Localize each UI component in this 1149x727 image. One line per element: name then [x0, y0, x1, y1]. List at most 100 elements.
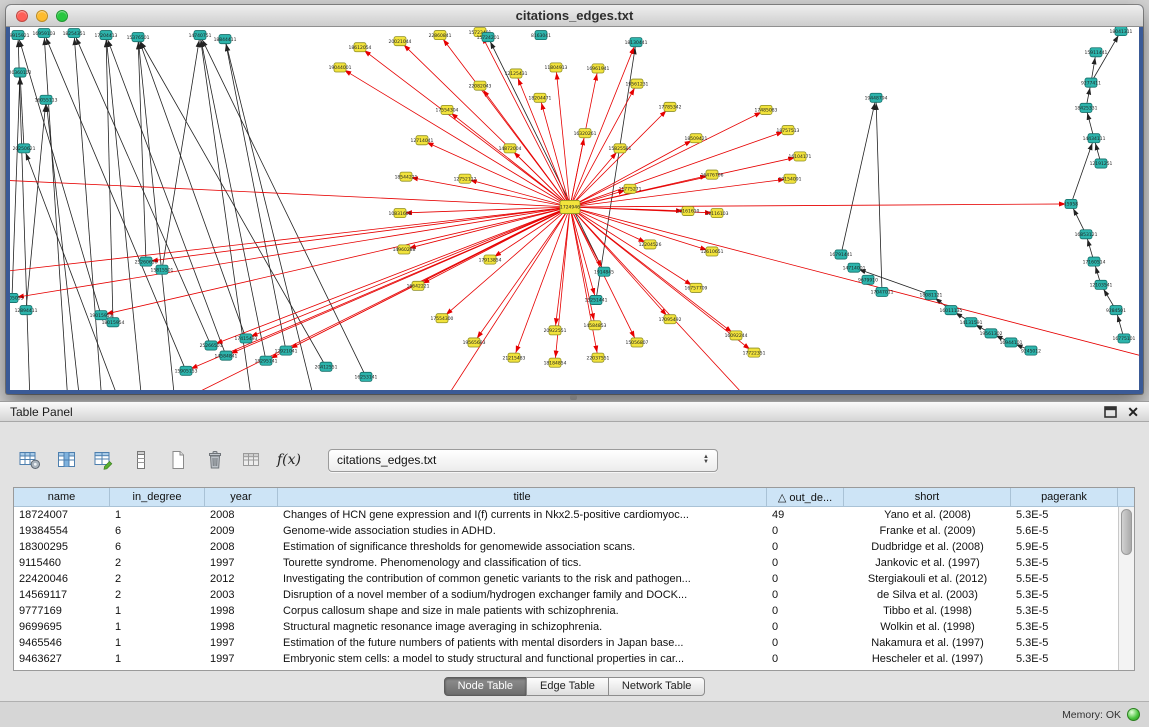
network-node[interactable]: 22082043 — [469, 81, 492, 90]
network-node[interactable]: 14740751 — [189, 31, 212, 40]
window-titlebar[interactable]: citations_edges.txt — [6, 5, 1143, 27]
table-row[interactable]: 969969511998Structural magnetic resonanc… — [14, 619, 1134, 635]
network-node[interactable]: 17485083 — [755, 105, 778, 114]
column-icon[interactable] — [127, 447, 155, 473]
network-node[interactable]: 18295141 — [255, 356, 278, 365]
network-node[interactable]: 17554304 — [436, 105, 459, 114]
network-node[interactable]: 17095492 — [659, 315, 682, 324]
network-edge[interactable] — [46, 100, 80, 390]
function-builder-icon[interactable]: f(x) — [275, 447, 303, 473]
network-node[interactable]: 19044001 — [329, 63, 352, 72]
network-node[interactable]: 19154091 — [779, 174, 802, 183]
network-node[interactable]: 16104171 — [789, 152, 812, 161]
tab-edge-table[interactable]: Edge Table — [526, 677, 609, 696]
network-node[interactable]: 15825581 — [609, 144, 632, 153]
network-node[interactable]: 14131591 — [960, 318, 983, 327]
zoom-window-icon[interactable] — [56, 10, 68, 22]
network-edge[interactable] — [570, 133, 585, 207]
network-node[interactable]: 18254351 — [63, 29, 86, 38]
network-node[interactable]: 14960288 — [393, 245, 416, 254]
network-node[interactable]: 11805053 — [10, 293, 24, 302]
column-header-short[interactable]: short — [844, 488, 1011, 507]
network-node[interactable]: 16055113 — [35, 95, 58, 104]
table-row[interactable]: 1872400712008Changes of HCN gene express… — [14, 507, 1134, 523]
network-node[interactable]: 8163041 — [531, 31, 551, 40]
network-view[interactable]: 1724946118049131212543122082043175543041… — [10, 27, 1139, 390]
network-edge[interactable] — [12, 207, 570, 298]
row-edit-icon[interactable] — [90, 447, 118, 473]
network-node[interactable]: 19915921 — [10, 31, 30, 40]
network-node-hub[interactable]: 1724946 — [560, 200, 580, 213]
network-node[interactable]: 12894411 — [15, 306, 38, 315]
table-row[interactable]: 2242004622012Investigating the contribut… — [14, 571, 1134, 587]
network-node[interactable]: 17554300 — [431, 314, 454, 323]
new-file-icon[interactable] — [164, 447, 192, 473]
close-window-icon[interactable] — [16, 10, 28, 22]
float-window-icon[interactable] — [1103, 405, 1117, 419]
panel-resize-grip[interactable] — [570, 395, 577, 400]
network-node[interactable]: 12191251 — [1090, 159, 1113, 168]
network-edge[interactable] — [106, 35, 226, 356]
network-edge[interactable] — [841, 98, 876, 255]
network-edge[interactable] — [570, 204, 1071, 207]
network-node[interactable]: 17160514 — [1083, 257, 1106, 266]
network-edge[interactable] — [138, 37, 175, 390]
network-edge[interactable] — [570, 207, 754, 353]
network-node[interactable]: 22860841 — [429, 31, 452, 40]
network-node[interactable]: 18612054 — [349, 43, 372, 52]
show-columns-icon[interactable] — [53, 447, 81, 473]
table-row[interactable]: 946362711997Embryonic stem cells: a mode… — [14, 651, 1134, 667]
network-node[interactable]: 14434111 — [1083, 134, 1106, 143]
scrollbar-thumb[interactable] — [1121, 509, 1132, 555]
network-edge[interactable] — [200, 35, 366, 377]
network-edge[interactable] — [225, 39, 286, 350]
table-row[interactable]: 911546021997Tourette syndrome. Phenomeno… — [14, 555, 1134, 571]
network-node[interactable]: 16476706 — [701, 170, 724, 179]
network-dropdown[interactable]: citations_edges.txt ▲ ▼ — [328, 449, 718, 472]
minimize-window-icon[interactable] — [36, 10, 48, 22]
network-node[interactable]: 11804913 — [545, 63, 568, 72]
network-node[interactable]: 1914845 — [594, 267, 614, 276]
column-header-pagerank[interactable]: pagerank — [1011, 488, 1118, 507]
network-node[interactable]: 22037551 — [587, 353, 610, 362]
network-edge[interactable] — [10, 179, 570, 207]
network-node[interactable]: 19561302 — [980, 329, 1003, 338]
network-node[interactable]: 20021044 — [389, 37, 412, 46]
tab-network-table[interactable]: Network Table — [608, 677, 706, 696]
network-node[interactable]: 19561231 — [626, 79, 649, 88]
close-panel-icon[interactable]: ✕ — [1127, 405, 1139, 419]
network-node[interactable]: 12116103 — [706, 209, 729, 218]
network-edge[interactable] — [514, 207, 570, 358]
network-node[interactable]: 17204413 — [95, 31, 118, 40]
network-node[interactable]: 14714001 — [843, 263, 866, 272]
network-edge[interactable] — [556, 67, 570, 207]
network-node[interactable]: 18757513 — [777, 126, 800, 135]
network-node[interactable]: 19565683 — [463, 338, 486, 347]
network-node[interactable]: 15911441 — [1085, 48, 1108, 57]
network-node[interactable]: 16791441 — [830, 250, 853, 259]
import-table-icon[interactable] — [238, 447, 266, 473]
network-edge[interactable] — [160, 207, 570, 390]
network-node[interactable]: 15958 — [1064, 199, 1078, 208]
network-node[interactable]: 18425331 — [1075, 103, 1098, 112]
network-edge[interactable] — [106, 35, 142, 390]
network-edge[interactable] — [570, 110, 766, 207]
network-node[interactable]: 15251441 — [585, 295, 608, 304]
network-edge[interactable] — [570, 207, 598, 358]
network-node[interactable]: 12610651 — [701, 247, 724, 256]
network-node[interactable]: 16320261 — [574, 129, 597, 138]
table-row[interactable]: 1456911722003Disruption of a novel membe… — [14, 587, 1134, 603]
network-edge[interactable] — [1071, 138, 1094, 204]
network-node[interactable]: 18184854 — [544, 358, 567, 367]
table-row[interactable]: 977716911998Corpus callosum shape and si… — [14, 603, 1134, 619]
network-edge[interactable] — [570, 207, 688, 211]
column-header-in-degree[interactable]: in_degree — [110, 488, 205, 507]
network-node[interactable]: 16959103 — [33, 29, 56, 38]
network-node[interactable]: 18544221 — [395, 172, 418, 181]
network-edge[interactable] — [246, 207, 570, 338]
network-node[interactable]: 18509421 — [685, 134, 708, 143]
column-header-title[interactable]: title — [278, 488, 767, 507]
network-edge[interactable] — [138, 37, 146, 261]
table-row[interactable]: 1938455462009Genome-wide association stu… — [14, 523, 1134, 539]
network-node[interactable]: 12714041 — [411, 136, 434, 145]
